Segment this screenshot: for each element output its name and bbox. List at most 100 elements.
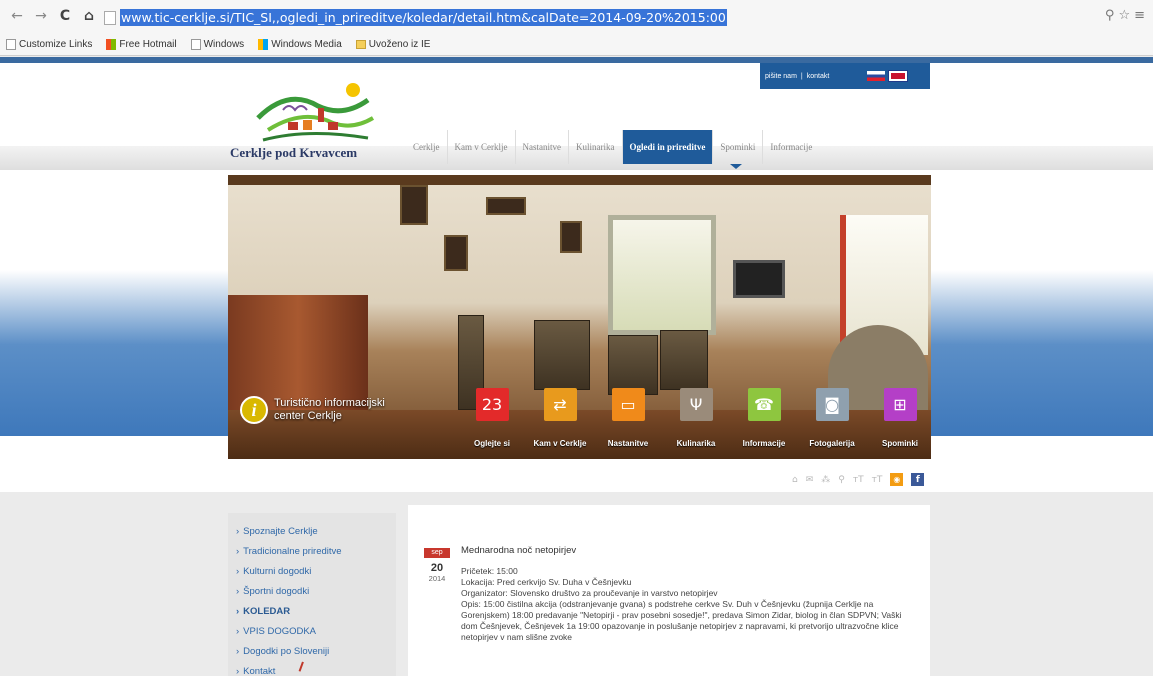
- info-center-text: Turistično informacijski center Cerklje: [274, 397, 385, 422]
- page-icon: [190, 38, 201, 50]
- bookmark-folder-ie[interactable]: Uvoženo iz IE: [355, 39, 430, 50]
- bookmark-windows[interactable]: Windows: [190, 38, 244, 50]
- event-description: Opis: 15:00 čistilna akcija (odstranjeva…: [461, 599, 902, 642]
- reload-icon[interactable]: C: [56, 8, 74, 24]
- side-item-sportni-dogodki[interactable]: › Športni dogodki: [228, 582, 396, 602]
- side-item-kontakt[interactable]: › Kontakt: [228, 662, 396, 676]
- back-icon[interactable]: ←: [8, 8, 26, 24]
- window: [608, 215, 716, 335]
- bookmark-free-hotmail[interactable]: Free Hotmail: [106, 38, 177, 50]
- home-icon[interactable]: ⌂: [792, 475, 798, 485]
- side-item-kulturni-dogodki[interactable]: › Kulturni dogodki: [228, 562, 396, 582]
- address-bar[interactable]: www.tic-cerklje.si/TIC_SI,,ogledi_in_pri…: [104, 7, 1104, 29]
- nav-nastanitve[interactable]: Nastanitve: [514, 130, 569, 164]
- chevron-right-icon: ›: [236, 626, 240, 637]
- english-flag-icon[interactable]: [888, 70, 909, 82]
- camera-icon: ◙: [815, 388, 849, 421]
- tile-kam-v-cerklje[interactable]: ⇄ Kam v Cerklje: [526, 388, 594, 448]
- active-nav-pointer: [730, 164, 742, 169]
- picture-frame: [560, 221, 582, 253]
- ceiling-beam: [228, 175, 931, 185]
- side-item-vpis-dogodka[interactable]: › VPIS DOGODKA: [228, 622, 396, 642]
- bookmarks-bar: Customize Links Free Hotmail Windows Win…: [6, 35, 430, 53]
- star-icon[interactable]: ☆: [1118, 8, 1130, 23]
- picture-frame: [444, 235, 468, 271]
- tile-kulinarika[interactable]: Ψ Kulinarika: [662, 388, 730, 448]
- browser-chrome: ← → C ⌂ www.tic-cerklje.si/TIC_SI,,ogled…: [0, 0, 1153, 56]
- phone-icon: ☎: [747, 388, 781, 421]
- chevron-right-icon: ›: [236, 526, 240, 537]
- font-size-icon[interactable]: ᴛT: [872, 475, 883, 485]
- slovenian-flag-icon[interactable]: [867, 71, 886, 81]
- chevron-right-icon: ›: [236, 666, 240, 676]
- facebook-icon[interactable]: f: [911, 473, 925, 486]
- page-icon: [6, 38, 16, 50]
- font-size-icon[interactable]: ᴛT: [853, 475, 864, 485]
- calendar-icon: 23: [475, 388, 509, 421]
- site-title[interactable]: Cerklje pod Krvavcem: [230, 145, 357, 161]
- nav-spominki[interactable]: Spominki: [712, 130, 762, 164]
- page-icon: [104, 11, 116, 25]
- nav-ogledi-in-prireditve[interactable]: Ogledi in prireditve: [621, 130, 713, 164]
- side-item-koledar[interactable]: › KOLEDAR: [228, 602, 396, 622]
- bookmark-customize-links[interactable]: Customize Links: [6, 38, 92, 50]
- forward-icon[interactable]: →: [32, 8, 50, 24]
- main-navigation: Cerklje Kam v Cerklje Nastanitve Kulinar…: [406, 130, 819, 164]
- write-us-link[interactable]: pišite nam: [765, 73, 797, 80]
- event-day: 20: [430, 562, 444, 574]
- event-start: Pričetek: 15:00: [461, 566, 518, 576]
- utility-icons: ⌂ ✉ ⁂ ⚲ ᴛT ᴛT ◉ f: [792, 473, 925, 486]
- event-details: Pričetek: 15:00 Lokacija: Pred cerkvijo …: [461, 566, 911, 643]
- event-month: sep: [424, 548, 450, 558]
- event-organizer: Organizator: Slovensko društvo za prouče…: [461, 588, 718, 598]
- omnibox-actions: ⚲ ☆ ≡: [1105, 8, 1145, 23]
- event-location: Lokacija: Pred cerkvijo Sv. Duha v Češnj…: [461, 577, 632, 587]
- side-item-tradicionalne-prireditve[interactable]: › Tradicionalne prireditve: [228, 542, 396, 562]
- tile-fotogalerija[interactable]: ◙ Fotogalerija: [798, 388, 866, 448]
- bookmark-windows-media[interactable]: Windows Media: [258, 38, 342, 50]
- rss-icon[interactable]: ◉: [890, 473, 904, 486]
- event-title[interactable]: Mednarodna noč netopirjev: [461, 545, 576, 556]
- top-links-bar: pišite nam | kontakt: [760, 63, 930, 89]
- search-icon[interactable]: ⚲: [838, 475, 845, 485]
- side-item-spoznajte-cerklje[interactable]: › Spoznajte Cerklje: [228, 522, 396, 542]
- bed-icon: ▭: [611, 388, 645, 421]
- url-text[interactable]: www.tic-cerklje.si/TIC_SI,,ogledi_in_pri…: [120, 9, 727, 26]
- tile-oglejte-si[interactable]: 23 Oglejte si: [458, 388, 526, 448]
- picture-frame: [400, 185, 428, 225]
- info-center-badge[interactable]: i Turistično informacijski center Cerklj…: [240, 396, 414, 424]
- picture-frame: [486, 197, 526, 215]
- email-icon[interactable]: ✉: [806, 475, 814, 485]
- windows-media-icon: [258, 38, 269, 50]
- chevron-right-icon: ›: [236, 586, 240, 597]
- cutlery-icon: Ψ: [679, 388, 713, 421]
- side-menu: › Spoznajte Cerklje › Tradicionalne prired…: [228, 513, 396, 676]
- nav-kulinarika[interactable]: Kulinarika: [568, 130, 622, 164]
- quick-links: 23 Oglejte si ⇄ Kam v Cerklje ▭ Nastanit…: [458, 388, 934, 448]
- tile-informacije[interactable]: ☎ Informacije: [730, 388, 798, 448]
- sitemap-icon[interactable]: ⁂: [821, 475, 830, 485]
- chevron-right-icon: ›: [236, 546, 240, 557]
- chevron-right-icon: ›: [236, 606, 240, 617]
- home-icon[interactable]: ⌂: [80, 8, 98, 24]
- contact-link[interactable]: kontakt: [807, 73, 830, 80]
- menu-icon[interactable]: ≡: [1134, 8, 1145, 23]
- tile-spominki[interactable]: ⊞ Spominki: [866, 388, 934, 448]
- chest: [534, 320, 590, 390]
- chest: [660, 330, 708, 390]
- top-stripe: [0, 57, 1153, 63]
- nav-cerklje[interactable]: Cerklje: [406, 130, 447, 164]
- info-icon: i: [240, 396, 268, 424]
- chest: [608, 335, 658, 395]
- tile-nastanitve[interactable]: ▭ Nastanitve: [594, 388, 662, 448]
- event-year: 2014: [428, 574, 446, 583]
- nav-kam-v-cerklje[interactable]: Kam v Cerklje: [446, 130, 515, 164]
- chevron-right-icon: ›: [236, 646, 240, 657]
- old-tv: [733, 260, 785, 298]
- folder-icon: [355, 39, 366, 49]
- nav-informacije[interactable]: Informacije: [762, 130, 819, 164]
- browser-nav-buttons: ← → C ⌂: [8, 8, 98, 24]
- gift-icon: ⊞: [883, 388, 917, 421]
- side-item-dogodki-po-sloveniji[interactable]: › Dogodki po Sloveniji: [228, 642, 396, 662]
- zoom-icon[interactable]: ⚲: [1105, 8, 1115, 23]
